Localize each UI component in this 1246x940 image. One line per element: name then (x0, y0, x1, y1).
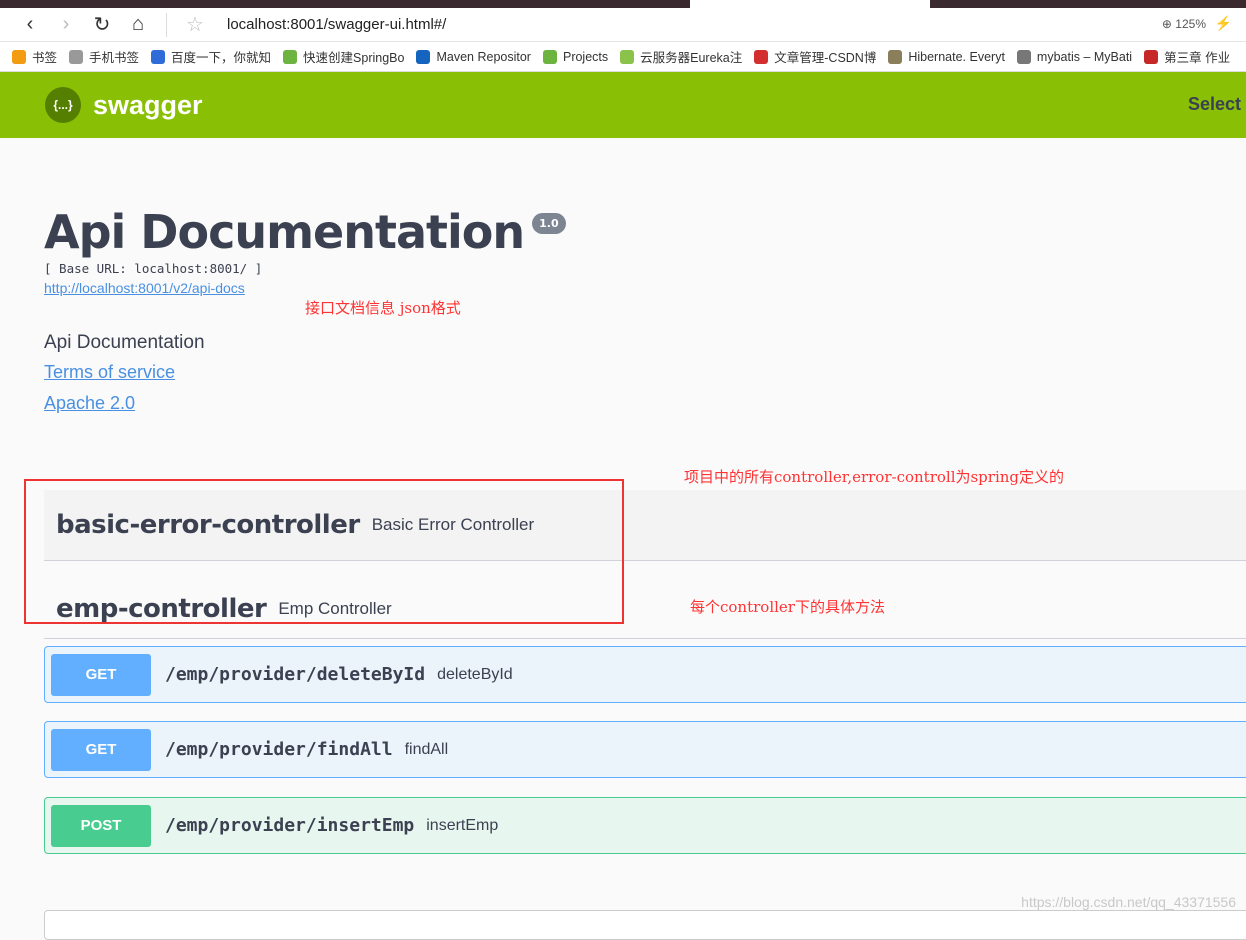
brand-name[interactable]: swagger (93, 90, 203, 121)
operation-get-deleteById[interactable]: GET/emp/provider/deleteById deleteById (44, 646, 1246, 703)
back-icon[interactable]: ‹ (12, 13, 48, 36)
select-definition-label: Select a (1187, 94, 1246, 114)
bookmark-label: 快速创建SpringBo (303, 51, 405, 65)
bookmark-favicon-icon (542, 49, 557, 64)
bookmark-item[interactable]: 云服务器Eureka注 (620, 47, 742, 66)
bookmark-label: Projects (562, 49, 609, 64)
bookmark-item[interactable]: Hibernate. Everyt (888, 49, 1005, 64)
forward-icon[interactable]: › (48, 13, 84, 36)
operation-path: /emp/provider/findAll (165, 739, 393, 760)
address-bar: ‹ › ↻ ⌂ ☆ localhost:8001/swagger-ui.html… (0, 8, 1246, 42)
url-input[interactable]: localhost:8001/swagger-ui.html#/ (227, 16, 446, 33)
version-badge: 1.0 (532, 213, 566, 234)
bookmark-favicon-icon (1016, 49, 1031, 64)
base-url: [ Base URL: localhost:8001/ ] (44, 261, 263, 276)
bolt-icon[interactable]: ⚡ (1215, 15, 1232, 32)
license-link[interactable]: Apache 2.0 (44, 393, 566, 414)
bookmarks-bar: 书签 手机书签 百度一下，你就知 快速创建SpringBo Maven Reposito… (0, 42, 1246, 72)
bookmark-label: mybatis – MyBati (1036, 49, 1133, 64)
bookmark-label: 手机书签 (89, 51, 140, 65)
watermark: https://blog.csdn.net/qq_43371556 (1021, 894, 1236, 910)
operation-summary: findAll (404, 740, 449, 758)
operation-post-insertEmp[interactable]: POST/emp/provider/insertEmp insertEmp (44, 797, 1246, 854)
home-icon[interactable]: ⌂ (120, 13, 156, 36)
bookmark-item[interactable]: mybatis – MyBati (1016, 49, 1133, 64)
bookmark-item[interactable]: 书签 (12, 47, 57, 66)
bookmark-favicon-icon (416, 49, 431, 64)
bookmark-label: 第三章 作业 (1164, 51, 1231, 65)
tab-strip (0, 0, 1246, 8)
models-section[interactable] (44, 910, 1246, 940)
bookmark-item[interactable]: 快速创建SpringBo (283, 47, 404, 66)
api-description: Api Documentation (44, 332, 205, 353)
bookmark-favicon-icon (151, 49, 166, 64)
bookmark-favicon-icon (69, 49, 84, 64)
operation-path: /emp/provider/insertEmp (165, 815, 415, 836)
method-badge: GET (51, 653, 151, 696)
bookmark-label: 书签 (32, 51, 58, 65)
bookmark-label: 百度一下，你就知 (171, 51, 272, 65)
operation-summary: insertEmp (426, 816, 499, 834)
bookmark-item[interactable]: 百度一下，你就知 (151, 47, 271, 66)
star-icon[interactable]: ☆ (177, 12, 213, 37)
annotation-json: 接口文档信息 json格式 (305, 299, 461, 317)
bookmark-item[interactable]: 第三章 作业 (1144, 47, 1230, 66)
bookmark-item[interactable]: 文章管理-CSDN博 (754, 47, 876, 66)
bookmark-favicon-icon (1144, 49, 1159, 64)
swagger-topbar: {...} swagger Select a (0, 72, 1246, 138)
swagger-logo-icon[interactable]: {...} (45, 87, 81, 123)
reload-icon[interactable]: ↻ (84, 12, 120, 37)
bookmark-favicon-icon (888, 49, 903, 64)
bookmark-item[interactable]: 手机书签 (69, 47, 139, 66)
page-title: Api Documentation 1.0 (44, 205, 566, 259)
bookmark-item[interactable]: Maven Repositor (416, 49, 531, 64)
operation-get-findAll[interactable]: GET/emp/provider/findAll findAll (44, 721, 1246, 778)
annotation-highlight-box (24, 479, 624, 624)
bookmark-label: Maven Repositor (436, 49, 531, 64)
api-docs-link[interactable]: http://localhost:8001/v2/api-docs (44, 280, 566, 296)
bookmark-label: Hibernate. Everyt (908, 49, 1005, 64)
bookmark-favicon-icon (754, 49, 769, 64)
method-badge: GET (51, 728, 151, 771)
bookmark-favicon-icon (283, 49, 298, 64)
zoom-level[interactable]: ⊕ 125% (1162, 17, 1206, 31)
bookmark-item[interactable]: Projects (542, 49, 609, 64)
operation-summary: deleteById (437, 665, 513, 683)
divider (166, 12, 167, 37)
title-text: Api Documentation (44, 205, 525, 259)
annotation-controllers: 项目中的所有controller,error-controll为spring定义… (684, 468, 1065, 486)
active-tab[interactable] (690, 0, 930, 8)
method-badge: POST (51, 804, 151, 847)
terms-link[interactable]: Terms of service (44, 362, 566, 383)
operation-path: /emp/provider/deleteById (165, 664, 426, 685)
bookmark-favicon-icon (620, 49, 635, 64)
zoom-value: 125% (1175, 17, 1206, 31)
bookmark-favicon-icon (12, 49, 26, 64)
bookmark-label: 云服务器Eureka注 (640, 51, 743, 65)
bookmark-label: 文章管理-CSDN博 (774, 51, 877, 65)
